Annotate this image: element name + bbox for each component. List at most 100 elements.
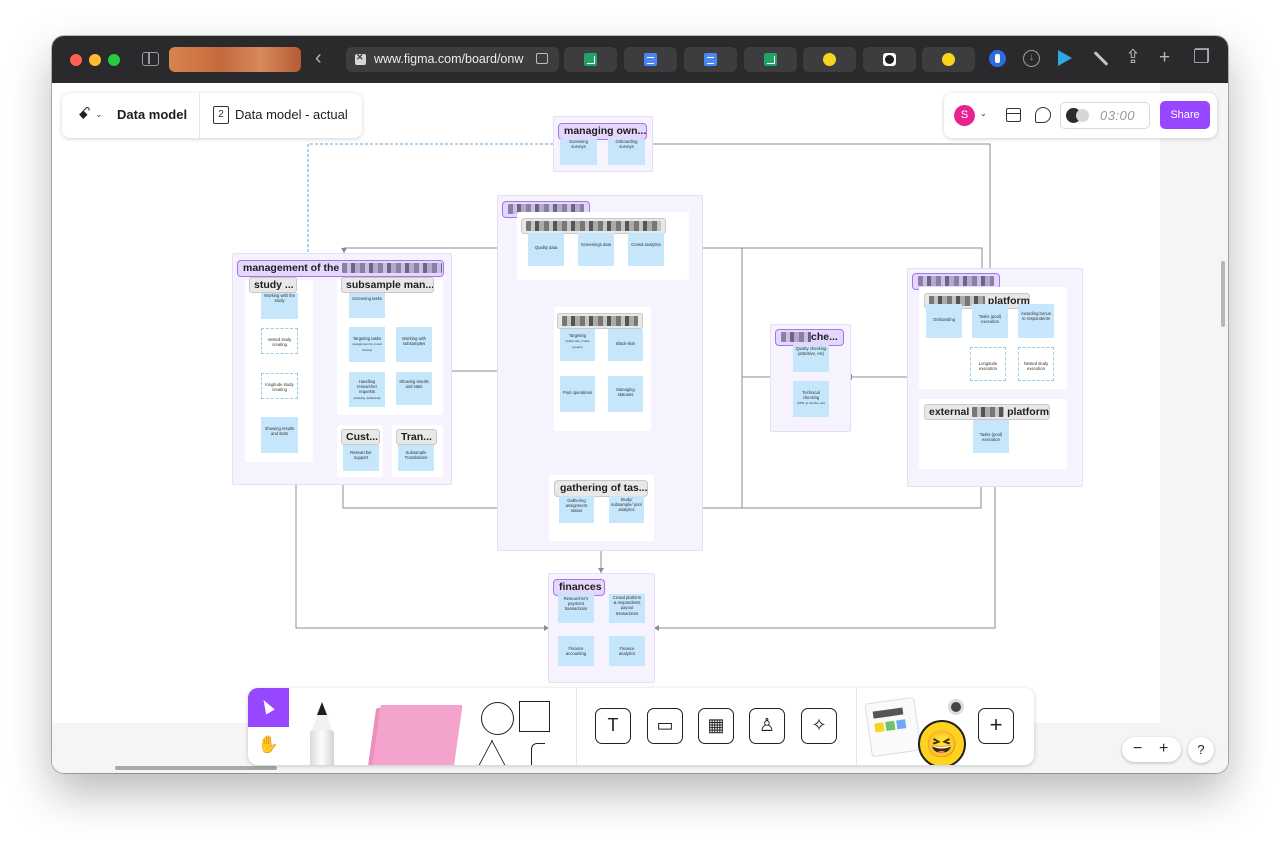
sticky-note-dashed[interactable]: Nested study execution xyxy=(1018,347,1054,381)
sticky-note[interactable]: Researcher support xyxy=(343,445,379,471)
section-tool-icon[interactable]: ▭ xyxy=(647,708,683,744)
sticky-note[interactable]: Managing statuses xyxy=(608,376,643,412)
frame-title[interactable]: subsample man... xyxy=(341,277,434,293)
zoom-in-button[interactable]: + xyxy=(1159,740,1168,758)
pinned-tab-docs[interactable] xyxy=(684,47,737,72)
close-window-button[interactable] xyxy=(70,54,82,66)
sticky-note[interactable]: Handling researcher requests (cashing, ad… xyxy=(349,372,385,407)
sticky-note[interactable]: Black-lists xyxy=(608,329,643,361)
tab-overview-icon[interactable]: ❐ xyxy=(1193,48,1210,68)
share-page-icon[interactable]: ⇪ xyxy=(1125,48,1141,68)
pinned-tab-miro[interactable] xyxy=(922,47,975,72)
back-arrow-icon[interactable]: ‹ xyxy=(315,46,322,70)
reader-icon[interactable] xyxy=(536,53,548,64)
section-title[interactable]: managing own... xyxy=(558,123,647,140)
zoom-out-button[interactable]: − xyxy=(1133,740,1142,758)
sticky-note[interactable]: Crowd analytics xyxy=(628,233,664,266)
text-tool-icon[interactable]: T xyxy=(595,708,631,744)
frame-title[interactable] xyxy=(521,218,666,234)
sticky-note[interactable]: Researcher's payment transactions xyxy=(558,594,594,623)
password-manager-icon[interactable] xyxy=(989,50,1006,67)
sticky-note[interactable]: Screening tasks xyxy=(349,293,385,318)
frame-title[interactable]: external platform xyxy=(924,404,1050,420)
page-icon[interactable]: 2 xyxy=(213,106,229,124)
sticky-note[interactable]: Technical checking (VPN, ip checks, etc) xyxy=(793,381,829,417)
help-button[interactable]: ? xyxy=(1188,737,1214,763)
sticky-note[interactable]: Quality checking (attentive, etc) xyxy=(793,345,829,372)
frame-title[interactable]: gathering of tas... xyxy=(554,480,648,497)
sidebar-toggle-icon[interactable] xyxy=(142,52,159,66)
sticky-note[interactable]: Targeting (white lists, crowd groups) xyxy=(560,329,595,361)
pen-extension-icon[interactable] xyxy=(1093,51,1109,66)
play-extension-icon[interactable] xyxy=(1058,50,1072,66)
sticky-note-tool[interactable] xyxy=(371,705,463,765)
sticky-note[interactable]: Subsample Translations xyxy=(398,445,434,471)
pinned-tab-sheets[interactable] xyxy=(564,47,617,72)
frame-title[interactable]: study ... xyxy=(249,277,297,293)
avatar[interactable]: S xyxy=(954,105,975,126)
section-title[interactable]: management of the xyxy=(237,260,444,277)
minimize-window-button[interactable] xyxy=(89,54,101,66)
figma-logo-icon[interactable]: ꗃ xyxy=(78,106,91,124)
pinned-tab-docs[interactable] xyxy=(624,47,677,72)
horizontal-scrollbar[interactable] xyxy=(115,766,277,770)
sticky-note[interactable]: Pool operations xyxy=(560,376,595,412)
sticky-note[interactable]: Screenings data xyxy=(578,233,614,266)
sticky-note[interactable]: Targeting tasks (assignment by crowd crit… xyxy=(349,327,385,362)
sticky-note[interactable]: Awarding bonus to respondents xyxy=(1018,304,1054,338)
circle-shape-icon[interactable] xyxy=(481,702,514,735)
page-name[interactable]: Data model - actual xyxy=(235,107,348,122)
sticky-note[interactable]: Finance accounting xyxy=(558,636,594,666)
sticky-note[interactable]: Quality data xyxy=(528,233,564,266)
select-tool[interactable] xyxy=(248,688,289,727)
camera-icon[interactable] xyxy=(948,699,964,715)
widgets-icon[interactable] xyxy=(864,696,922,758)
marker-tool[interactable] xyxy=(310,730,334,765)
frame-title[interactable]: Cust... xyxy=(341,429,380,445)
chevron-down-icon[interactable]: ⌄ xyxy=(95,109,103,120)
table-tool-icon[interactable]: ▦ xyxy=(698,708,734,744)
pinned-tab-miro[interactable] xyxy=(803,47,856,72)
tab-group-blurred[interactable] xyxy=(169,47,301,72)
share-button[interactable]: Share xyxy=(1160,101,1210,129)
fullscreen-window-button[interactable] xyxy=(108,54,120,66)
sticky-note[interactable]: Tasks (pool) execution xyxy=(972,304,1008,338)
layout-icon[interactable] xyxy=(1006,108,1021,122)
pinned-tab-github[interactable] xyxy=(863,47,916,72)
address-bar[interactable]: www.figma.com/board/onw xyxy=(346,47,559,72)
frame-title[interactable] xyxy=(557,313,643,329)
sticky-note[interactable]: Working with the study xyxy=(261,293,298,319)
chevron-down-icon[interactable]: ⌄ xyxy=(980,109,987,118)
square-shape-icon[interactable] xyxy=(519,701,550,732)
sticky-note[interactable]: Tasks (pool) execution xyxy=(973,420,1009,453)
vertical-scrollbar[interactable] xyxy=(1221,261,1225,327)
timer-widget[interactable]: 03:00 xyxy=(1060,102,1150,129)
section-title[interactable]: che... xyxy=(775,329,844,346)
sticky-note-dashed[interactable]: longitude study creating xyxy=(261,373,298,399)
stamp-tool-icon[interactable]: ♙ xyxy=(749,708,785,744)
download-icon[interactable]: ↓ xyxy=(1023,50,1040,67)
sticky-note[interactable]: Onboarding surveys xyxy=(608,139,645,165)
sticky-note[interactable]: Screening surveys xyxy=(560,139,597,165)
comment-icon[interactable] xyxy=(1035,107,1051,123)
sticky-note-dashed[interactable]: nested study creating xyxy=(261,328,298,354)
figjam-canvas[interactable]: managing own... Screening surveys Onboar… xyxy=(52,83,1228,773)
sticky-note-dashed[interactable]: Longitude execution xyxy=(970,347,1006,381)
sticky-note[interactable]: Gathering assignment status xyxy=(559,496,594,523)
pinned-tab-sheets[interactable] xyxy=(744,47,797,72)
hand-tool-icon[interactable]: ✋ xyxy=(248,727,289,765)
sticky-note[interactable]: Finance analytics xyxy=(609,636,645,666)
url-text[interactable]: www.figma.com/board/onw xyxy=(374,52,534,66)
emoji-icon[interactable]: 😆 xyxy=(918,720,966,765)
sticky-note[interactable]: Showing results and stats xyxy=(396,372,432,405)
frame-title[interactable]: Tran... xyxy=(396,429,437,445)
connector-shape-icon[interactable] xyxy=(531,743,545,765)
sticky-note[interactable]: Showing results and stats xyxy=(261,417,298,453)
ai-sparkle-icon[interactable]: ✧ xyxy=(801,708,837,744)
sticky-note[interactable]: Onboarding xyxy=(926,304,962,338)
new-tab-icon[interactable]: + xyxy=(1159,48,1170,68)
sticky-note[interactable]: Study/ subsample/ pool analytics xyxy=(609,496,644,523)
sticky-note[interactable]: Working with subsamples xyxy=(396,327,432,362)
file-title[interactable]: Data model xyxy=(117,107,187,122)
add-button[interactable]: + xyxy=(978,708,1014,744)
